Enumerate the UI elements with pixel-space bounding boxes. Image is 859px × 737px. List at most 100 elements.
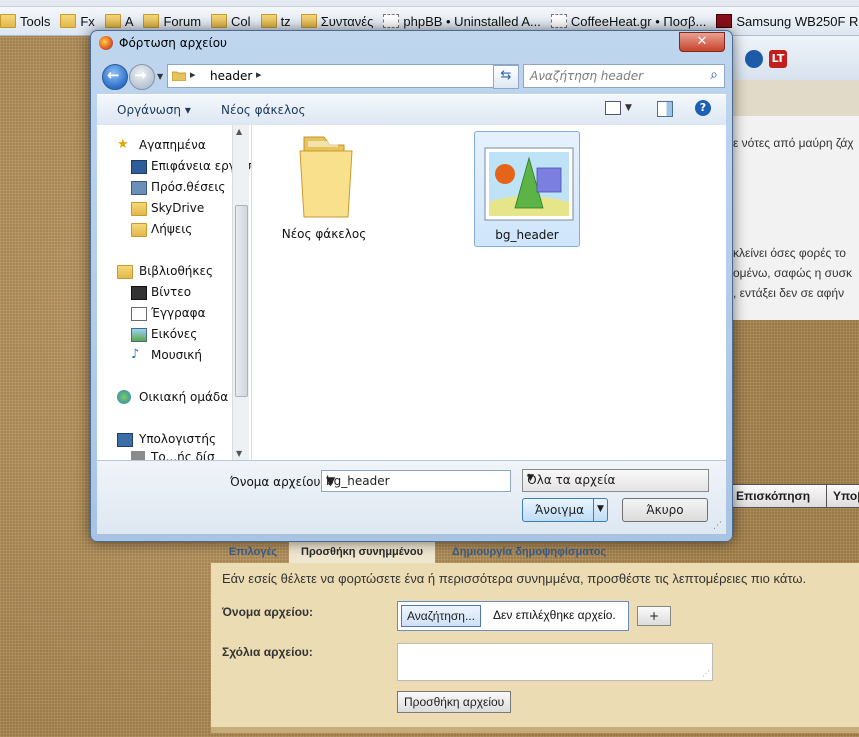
nav-favorites[interactable]: ★ Αγαπημένα <box>117 135 206 155</box>
history-dropdown-icon[interactable]: ▼ <box>157 72 165 81</box>
bookmark-label: CoffeeHeat.gr • Ποσβ... <box>570 13 707 29</box>
item-label: Νέος φάκελος <box>281 227 367 241</box>
addon-icon[interactable] <box>745 50 763 68</box>
bookmark-item[interactable]: Samsung WB250F Revi... <box>712 7 859 35</box>
add-more-button[interactable]: + <box>637 606 671 626</box>
search-placeholder: Αναζήτηση header <box>530 69 644 83</box>
close-button[interactable]: ✕ <box>679 32 725 52</box>
disk-icon <box>131 451 145 460</box>
page-text-fragment: , εντάξει δεν σε αφήν <box>733 286 845 300</box>
search-input[interactable]: Αναζήτηση header ⌕ <box>523 64 725 88</box>
folder-icon <box>172 71 186 81</box>
file-list: Νέος φάκελος bg_header <box>252 125 726 460</box>
nav-pictures[interactable]: Εικόνες <box>131 324 197 344</box>
tab-create-poll[interactable]: Δημιουργία δημοψηφίσματος <box>439 541 619 563</box>
folder-icon <box>131 202 147 216</box>
file-status: Δεν επιλέχθηκε αρχείο. <box>493 608 616 622</box>
nav-computer[interactable]: Υπολογιστής <box>117 429 216 449</box>
resize-grip-icon[interactable]: ⋰ <box>702 670 710 678</box>
navigation-pane: ★ Αγαπημένα Επιφάνεια εργασ Πρόσ.θέσεις … <box>97 125 252 460</box>
open-split-dropdown[interactable]: ▼ <box>593 499 608 521</box>
recent-places-icon <box>131 181 147 195</box>
folder-icon <box>211 14 228 28</box>
refresh-button[interactable]: ⇆ <box>493 65 519 89</box>
preview-button[interactable]: Επισκόπηση <box>729 484 831 508</box>
scroll-up-icon[interactable]: ▲ <box>236 127 242 136</box>
bookmark-label: Fx <box>80 13 95 29</box>
file-input[interactable]: Αναζήτηση... Δεν επιλέχθηκε αρχείο. <box>397 601 629 631</box>
folder-icon <box>299 136 353 218</box>
page-content-panel: ε νότες από μαύρη ζάχ κλείνει όσες φορές… <box>729 80 859 320</box>
new-folder-button[interactable]: Νέος φάκελος <box>221 103 306 117</box>
folder-icon <box>300 14 317 28</box>
star-icon: ★ <box>117 137 129 152</box>
page-text-fragment: ε νότες από μαύρη ζάχ <box>733 136 854 150</box>
address-path[interactable]: header <box>210 69 252 83</box>
address-bar[interactable]: ▸ header ▸ ▼ <box>167 64 519 88</box>
preview-pane-icon[interactable] <box>657 101 673 117</box>
nav-skydrive[interactable]: SkyDrive <box>131 198 204 218</box>
dialog-title: Φόρτωση αρχείου <box>119 36 227 50</box>
file-comment-textarea[interactable]: ⋰ <box>397 643 713 681</box>
computer-icon <box>117 433 133 447</box>
nav-videos[interactable]: Βίντεο <box>131 282 191 302</box>
browser-addon-strip: LT <box>729 36 859 80</box>
bookmark-item[interactable]: Tools <box>0 7 56 35</box>
cancel-button[interactable]: Άκυρο <box>622 498 708 522</box>
item-label: bg_header <box>495 228 559 242</box>
libraries-icon <box>117 265 133 279</box>
folder-icon <box>143 14 160 28</box>
bookmark-label: phpBB • Uninstalled A... <box>403 13 541 29</box>
folder-icon <box>0 14 16 28</box>
addon-lt-icon[interactable]: LT <box>769 50 787 68</box>
folder-icon <box>104 14 121 28</box>
music-icon: ♪ <box>131 347 140 362</box>
browser-top-strip <box>0 0 859 7</box>
nav-libraries[interactable]: Βιβλιοθήκες <box>117 261 213 281</box>
filename-input[interactable]: bg_header ▼ <box>321 470 511 492</box>
bookmark-label: Col <box>231 13 251 29</box>
video-icon <box>131 286 147 300</box>
file-comment-label: Σχόλια αρχείου: <box>222 645 313 659</box>
bookmark-label: Tools <box>20 13 51 29</box>
forward-button[interactable]: → <box>129 64 155 90</box>
tab-options[interactable]: Επιλογές <box>219 541 287 563</box>
nav-music[interactable]: ♪ Μουσική <box>131 345 202 365</box>
submit-button[interactable]: Υποβ <box>826 484 859 508</box>
attachment-intro: Εάν εσείς θέλετε να φορτώσετε ένα ή περι… <box>222 571 807 586</box>
nav-homegroup[interactable]: Οικιακή ομάδα <box>117 387 228 407</box>
filename-dropdown-icon[interactable]: ▼ <box>326 474 506 488</box>
file-name-label: Όνομα αρχείου: <box>222 605 314 619</box>
browse-button[interactable]: Αναζήτηση... <box>401 605 481 627</box>
organize-menu[interactable]: Οργάνωση ▾ <box>117 103 191 117</box>
nav-scrollbar[interactable]: ▲ ▼ <box>232 125 249 460</box>
scroll-down-icon[interactable]: ▼ <box>236 449 242 458</box>
bookmark-label: Forum <box>163 13 202 29</box>
view-options-icon[interactable] <box>605 101 621 115</box>
open-button[interactable]: Άνοιγμα ▼ <box>522 498 608 522</box>
breadcrumb-separator-icon[interactable]: ▸ <box>256 68 262 81</box>
bookmark-label: tz <box>280 13 291 29</box>
resize-grip-icon[interactable]: ⋰ <box>713 521 723 531</box>
forward-arrow-icon: → <box>134 66 147 84</box>
help-icon[interactable]: ? <box>695 100 711 116</box>
folder-item[interactable]: Νέος φάκελος <box>272 131 376 245</box>
back-button[interactable]: ← <box>102 64 128 90</box>
add-file-button[interactable]: Προσθήκη αρχείου <box>397 691 512 713</box>
bookmark-label: Samsung WB250F Revi... <box>736 13 859 29</box>
view-dropdown-icon[interactable]: ▼ <box>625 103 632 113</box>
nav-documents[interactable]: Έγγραφα <box>131 303 206 323</box>
dialog-bottom-pane: Όνομα αρχείου: bg_header ▼ Όλα τα αρχεία… <box>97 460 726 534</box>
chevron-down-icon[interactable]: ▼ <box>527 473 703 483</box>
back-arrow-icon: ← <box>107 66 120 84</box>
breadcrumb-separator-icon[interactable]: ▸ <box>190 68 196 81</box>
search-icon[interactable]: ⌕ <box>710 67 718 83</box>
nav-downloads[interactable]: Λήψεις <box>131 219 192 239</box>
nav-local-disk[interactable]: Το...ής δίσ <box>131 447 215 460</box>
scrollbar-thumb[interactable] <box>235 205 248 397</box>
nav-recent-places[interactable]: Πρόσ.θέσεις <box>131 177 225 197</box>
chevron-down-icon: ▼ <box>597 504 604 514</box>
tab-add-attachment[interactable]: Προσθήκη συνημμένου <box>289 541 435 563</box>
file-item-selected[interactable]: bg_header <box>474 131 580 247</box>
file-type-select[interactable]: Όλα τα αρχεία ▼ <box>522 469 709 492</box>
